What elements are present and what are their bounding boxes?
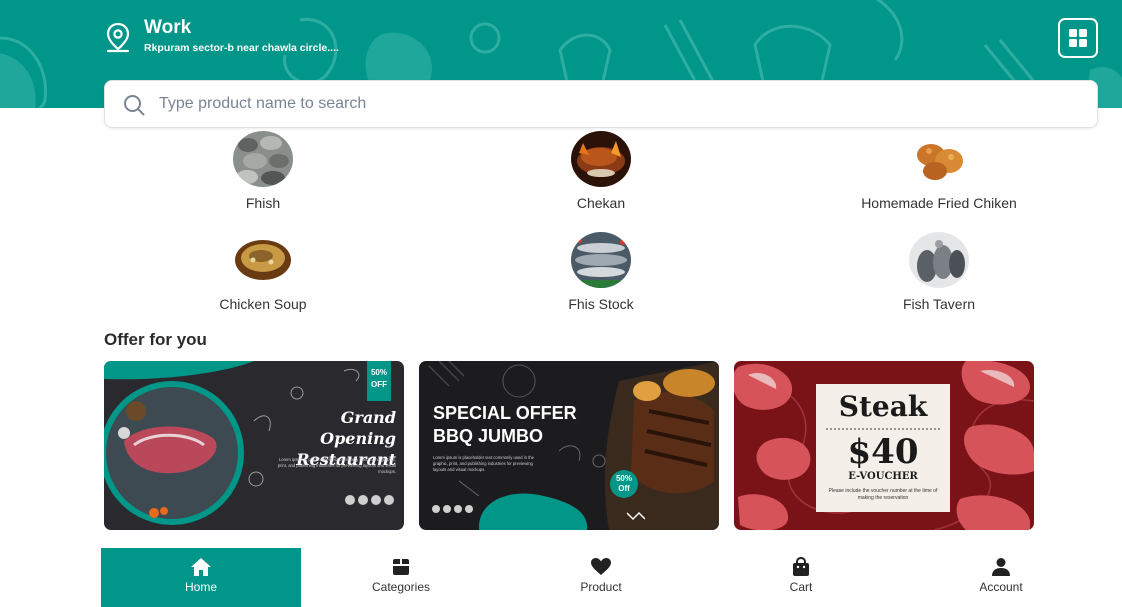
category-homemade-fried-chiken[interactable]: Homemade Fried Chiken <box>839 131 1039 211</box>
category-image <box>571 131 631 187</box>
voucher-note: Please include the voucher number at the… <box>828 488 938 501</box>
voucher-price: $40 <box>847 432 919 472</box>
banner-badge-percent: 50% <box>615 474 632 483</box>
category-image <box>909 131 969 187</box>
menu-grid-button[interactable] <box>1058 18 1098 58</box>
banner-body: Lorem ipsum is placeholder text commonly… <box>277 457 396 474</box>
category-fish-tavern[interactable]: Fish Tavern <box>839 232 1039 312</box>
offers-section-title: Offer for you <box>104 330 207 349</box>
category-label: Fish Tavern <box>902 296 976 312</box>
category-image <box>233 232 293 288</box>
category-label: Chicken Soup <box>219 296 307 312</box>
voucher-subheading: E-VOUCHER <box>848 471 918 482</box>
banner-heading: SPECIAL OFFER BBQ JUMBO <box>433 402 623 448</box>
search-input[interactable] <box>159 89 1059 119</box>
banner-badge-off: Off <box>618 484 630 493</box>
category-chicken-soup[interactable]: Chicken Soup <box>163 232 363 312</box>
nav-account[interactable]: Account <box>901 548 1101 607</box>
banner-heading-line1: Grand Opening <box>320 408 396 448</box>
nav-label: Home <box>184 580 217 594</box>
banner-heading-line1: SPECIAL OFFER <box>433 403 577 423</box>
nav-categories[interactable]: Categories <box>301 548 501 607</box>
heart-icon <box>591 558 611 575</box>
nav-label: Product <box>580 580 622 594</box>
location-title[interactable]: Work <box>144 17 191 39</box>
banner-body: Lorem ipsum is placeholder text commonly… <box>433 455 535 472</box>
category-image <box>233 131 293 187</box>
banner-badge: 50% Off <box>610 474 638 494</box>
nav-label: Cart <box>789 580 813 594</box>
home-icon <box>191 558 211 576</box>
map-pin-icon <box>106 22 130 53</box>
banner-badge-off: OFF <box>371 380 387 389</box>
box-icon <box>393 559 409 575</box>
nav-cart[interactable]: Cart <box>701 548 901 607</box>
offer-banner-grand-opening[interactable]: 50% OFF Grand Opening Restaurant Lorem i… <box>104 361 404 530</box>
category-fhis-stock[interactable]: Fhis Stock <box>501 232 701 312</box>
nav-product[interactable]: Product <box>501 548 701 607</box>
voucher-heading: Steak <box>838 390 928 423</box>
search-icon <box>124 95 145 116</box>
category-fhish[interactable]: Fhish <box>163 131 363 211</box>
category-label: Homemade Fried Chiken <box>861 195 1017 211</box>
offer-banner-bbq-jumbo[interactable]: SPECIAL OFFER BBQ JUMBO Lorem ipsum is p… <box>419 361 719 530</box>
nav-label: Categories <box>371 580 431 594</box>
banner-heading-line2: BBQ JUMBO <box>433 426 544 446</box>
bag-icon <box>793 557 809 576</box>
category-label: Fhish <box>245 195 281 211</box>
grid-icon <box>1069 29 1087 47</box>
category-label: Chekan <box>576 195 626 211</box>
category-chekan[interactable]: Chekan <box>501 131 701 211</box>
category-label: Fhis Stock <box>568 296 634 312</box>
banner-badge-percent: 50% <box>370 368 387 377</box>
banner-badge: 50% OFF <box>367 367 391 391</box>
offer-banner-steak-voucher[interactable]: Steak $40 E-VOUCHER Please include the v… <box>734 361 1034 530</box>
user-icon <box>992 558 1010 576</box>
category-image <box>571 232 631 288</box>
nav-home[interactable]: Home <box>101 548 301 607</box>
location-address[interactable]: Rkpuram sector-b near chawla circle.... <box>144 42 339 54</box>
search-bar[interactable] <box>104 80 1098 128</box>
bottom-navigation: Home Categories Product Cart Account <box>101 548 1101 607</box>
category-image <box>909 232 969 288</box>
nav-label: Account <box>979 580 1023 594</box>
